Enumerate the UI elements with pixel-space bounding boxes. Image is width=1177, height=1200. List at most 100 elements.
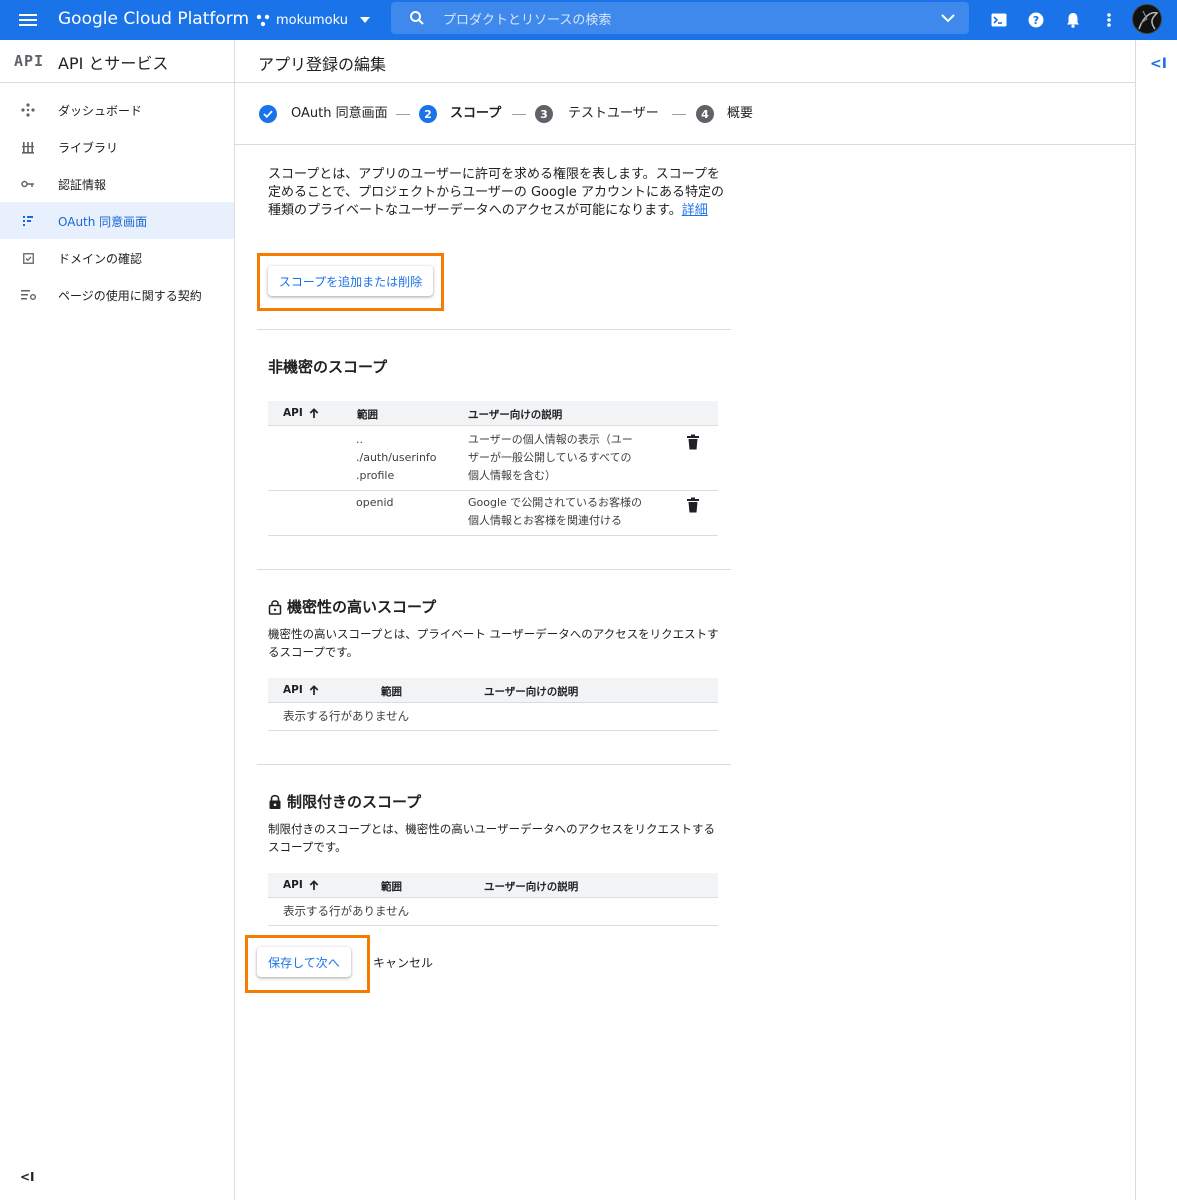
sidebar-item-label: ドメインの確認 [58,252,143,266]
key-icon [20,176,36,192]
table-header: API 範囲 ユーザー向けの説明 [268,401,718,426]
scope-line: .profile [356,469,395,482]
right-panel: <I [1135,40,1177,1200]
arrow-up-icon [309,879,319,890]
search-icon [410,11,424,25]
sensitive-scopes-title: 機密性の高いスコープ [268,596,436,617]
sidebar-header: API API とサービス [0,40,234,83]
row-divider [268,490,718,491]
avatar[interactable] [1132,4,1162,34]
brand-title[interactable]: Google Cloud Platform [58,8,249,30]
table-header: API 範囲 ユーザー向けの説明 [268,873,718,898]
search-input[interactable]: プロダクトとリソースの検索 [391,2,969,34]
column-header-api[interactable]: API [283,684,319,696]
non-sensitive-scopes-table: API 範囲 ユーザー向けの説明 .. ./auth/userinfo .pro… [268,401,718,536]
page-agreement-icon [20,287,36,303]
sidebar-item-label: OAuth 同意画面 [58,215,148,229]
desc-line: Google で公開されているお客様の [468,496,642,509]
notifications-icon[interactable] [1061,8,1085,32]
step-connector [512,114,526,115]
lock-open-outline-icon [268,599,282,615]
sidebar-item-label: ページの使用に関する契約 [58,289,202,303]
divider [257,329,731,330]
step-connector [672,114,686,115]
desc-line: ザーが一般公開しているすべての [468,451,632,464]
library-icon [20,139,36,155]
desc-line: ユーザーの個人情報の表示（ユー [468,433,633,446]
step-scopes[interactable]: スコープ [450,105,501,123]
sensitive-scopes-description: 機密性の高いスコープとは、プライベート ユーザーデータへのアクセスをリクエストす… [268,627,719,659]
sidebar-item-label: 認証情報 [58,178,107,192]
api-logo: API [14,52,45,70]
scope-cell: .. ./auth/userinfo .profile [356,431,437,485]
divider [257,764,731,765]
cancel-button[interactable]: キャンセル [373,954,433,971]
column-header-description: ユーザー向けの説明 [468,409,563,421]
svg-text:?: ? [1033,14,1039,27]
sidebar-item-oauth-consent[interactable]: OAuth 同意画面 [0,202,234,239]
learn-more-link[interactable]: 詳細 [682,203,708,218]
delete-icon[interactable] [686,497,700,513]
row-divider [268,730,718,731]
restricted-scopes-description: 制限付きのスコープとは、機密性の高いユーザーデータへのアクセスをリクエストするス… [268,822,716,854]
stepper: OAuth 同意画面 2 スコープ 3 テストユーザー 4 概要 [235,83,1135,145]
scope-line: openid [356,496,394,509]
content: スコープとは、アプリのユーザーに許可を求める権限を表します。スコープを定めること… [235,145,1135,1200]
sensitive-scopes-table: API 範囲 ユーザー向けの説明 表示する行がありません [268,678,718,731]
column-header-scope: 範囲 [381,881,402,893]
step-number-3: 3 [535,105,553,123]
cloud-shell-icon[interactable] [987,8,1011,32]
scope-cell: openid [356,494,394,512]
column-header-scope: 範囲 [381,686,402,698]
step-number-2: 2 [419,105,437,123]
menu-icon[interactable] [16,8,40,32]
lock-icon [269,794,281,809]
sidebar-item-page-agreements[interactable]: ページの使用に関する契約 [0,276,234,313]
sidebar-title: API とサービス [58,54,169,73]
column-header-api[interactable]: API [283,407,319,419]
sidebar-item-dashboard[interactable]: ダッシュボード [0,91,234,128]
scope-line: .. [356,433,363,446]
step-oauth-consent[interactable]: OAuth 同意画面 [291,105,388,123]
sidebar-item-label: ライブラリ [58,141,119,155]
project-selector[interactable]: mokumoku [256,9,370,31]
empty-table-message: 表示する行がありません [283,904,410,918]
column-label: API [283,879,303,891]
column-header-description: ユーザー向けの説明 [484,686,579,698]
step-summary[interactable]: 概要 [727,105,753,123]
more-vert-icon[interactable] [1097,8,1121,32]
delete-icon[interactable] [686,434,700,450]
table-header: API 範囲 ユーザー向けの説明 [268,678,718,703]
sidebar-item-library[interactable]: ライブラリ [0,128,234,165]
help-icon[interactable]: ? [1024,8,1048,32]
page-title: アプリ登録の編集 [258,55,387,74]
top-app-bar: Google Cloud Platform mokumoku プロダクトとリソー… [0,0,1177,40]
row-divider [268,925,718,926]
column-header-api[interactable]: API [283,879,319,891]
scopes-intro: スコープとは、アプリのユーザーに許可を求める権限を表します。スコープを定めること… [268,166,728,220]
step-number-4: 4 [696,105,714,123]
add-or-remove-scopes-button[interactable]: スコープを追加または削除 [268,266,433,296]
divider [257,569,731,570]
empty-table-message: 表示する行がありません [283,709,410,723]
save-and-continue-button[interactable]: 保存して次へ [257,947,351,977]
description-cell: Google で公開されているお客様の 個人情報とお客様を関連付ける [468,494,642,530]
restricted-scopes-title: 制限付きのスコープ [268,791,421,812]
sidebar-item-credentials[interactable]: 認証情報 [0,165,234,202]
collapse-sidebar-button[interactable]: <I [20,1170,35,1184]
main-header: アプリ登録の編集 [235,40,1135,83]
description-cell: ユーザーの個人情報の表示（ユー ザーが一般公開しているすべての 個人情報を含む） [468,431,633,485]
chevron-down-icon[interactable] [941,14,955,23]
chevron-down-icon [359,17,370,23]
toggle-info-panel-button[interactable]: <I [1150,56,1167,72]
domain-verify-icon [20,250,36,266]
section-title-text: 非機密のスコープ [268,358,388,376]
search-placeholder: プロダクトとリソースの検索 [443,13,612,28]
sidebar-item-domain-verification[interactable]: ドメインの確認 [0,239,234,276]
column-header-scope: 範囲 [357,409,378,421]
desc-line: 個人情報とお客様を関連付ける [468,514,622,527]
non-sensitive-scopes-title: 非機密のスコープ [268,356,387,377]
arrow-up-icon [309,684,319,695]
step-test-users[interactable]: テストユーザー [568,105,659,123]
row-divider [268,535,718,536]
